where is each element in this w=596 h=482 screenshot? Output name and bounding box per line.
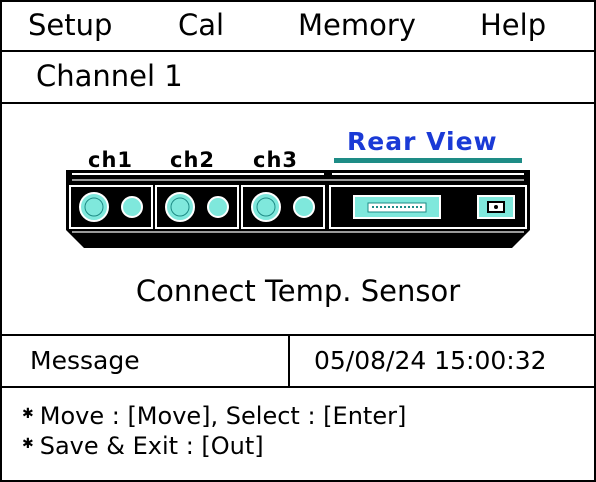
- rear-panel-diagram: [66, 158, 530, 248]
- message-row: Message 05/08/24 15:00:32: [2, 336, 594, 388]
- help-line-save: ✱ Save & Exit : [Out]: [22, 432, 264, 461]
- help-text-save: Save & Exit : [Out]: [39, 432, 264, 460]
- help-panel: ✱ Move : [Move], Select : [Enter] ✱ Save &…: [2, 388, 594, 480]
- message-divider: [288, 336, 290, 386]
- ch3-large-connector: [251, 192, 281, 222]
- rear-view-underline: [334, 158, 522, 163]
- bullet-icon: ✱: [22, 406, 34, 422]
- menu-bar: Setup Cal Memory Help: [2, 2, 594, 52]
- channel-title: Channel 1: [36, 59, 183, 93]
- menu-setup[interactable]: Setup: [28, 8, 112, 42]
- ch2-small-connector: [207, 196, 229, 218]
- ch1-large-connector: [79, 192, 109, 222]
- ch1-small-connector: [121, 196, 143, 218]
- datetime-display: 05/08/24 15:00:32: [314, 346, 547, 375]
- ch2-large-connector: [165, 192, 195, 222]
- bullet-icon: ✱: [22, 436, 34, 452]
- menu-memory[interactable]: Memory: [298, 8, 416, 42]
- status-message: Connect Temp. Sensor: [135, 274, 461, 308]
- ch3-small-connector: [293, 196, 315, 218]
- menu-cal[interactable]: Cal: [178, 8, 224, 42]
- help-line-move: ✱ Move : [Move], Select : [Enter]: [22, 402, 406, 431]
- instrument-screen: Setup Cal Memory Help Channel 1 Rear Vie…: [0, 0, 596, 482]
- help-text-move: Move : [Move], Select : [Enter]: [39, 402, 407, 430]
- connection-diagram-area: Rear View ch1 ch2 ch3 Connect Temp. Sens…: [2, 104, 594, 336]
- menu-help[interactable]: Help: [480, 8, 546, 42]
- channel-header: Channel 1: [2, 52, 594, 104]
- message-label: Message: [30, 346, 140, 375]
